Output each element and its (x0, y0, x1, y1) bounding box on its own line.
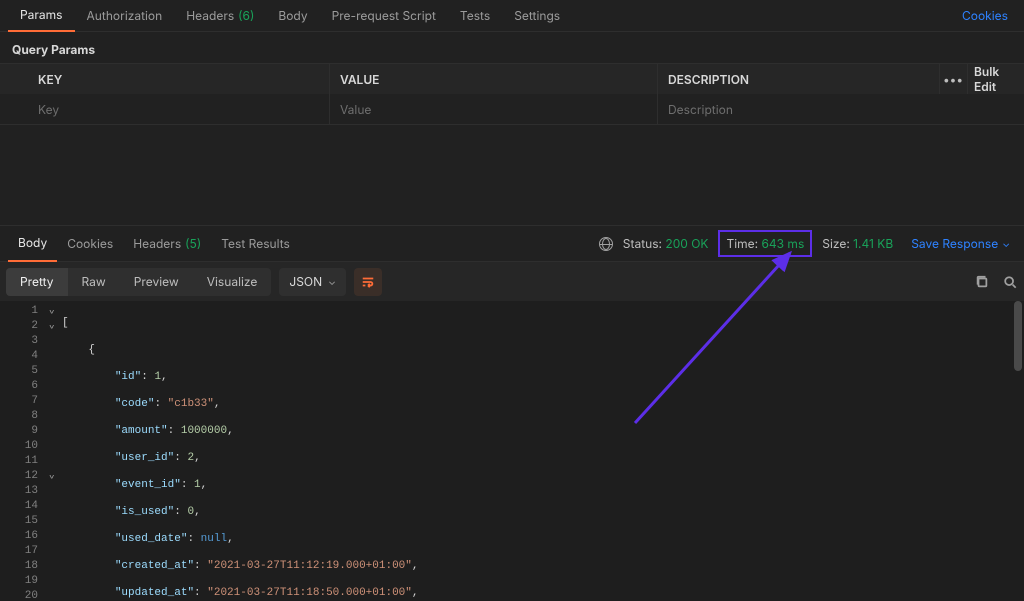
resp-tab-body[interactable]: Body (8, 226, 57, 262)
search-icon[interactable] (996, 268, 1024, 296)
qp-header-row: KEY VALUE DESCRIPTION ••• Bulk Edit (0, 64, 1024, 94)
qp-key-input[interactable]: Key (0, 94, 330, 124)
scrollbar[interactable] (1014, 301, 1022, 371)
tab-body[interactable]: Body (266, 0, 319, 32)
format-select[interactable]: JSON ⌄ (279, 268, 346, 296)
qp-head-value: VALUE (330, 64, 658, 94)
query-params-table: KEY VALUE DESCRIPTION ••• Bulk Edit Key … (0, 63, 1024, 125)
response-toolbar: Pretty Raw Preview Visualize JSON ⌄ (0, 261, 1024, 301)
resp-tab-headers[interactable]: Headers(5) (123, 226, 211, 262)
tab-authorization[interactable]: Authorization (75, 0, 175, 32)
chevron-down-icon: ⌄ (1002, 238, 1010, 250)
save-response-button[interactable]: Save Response ⌄ (911, 236, 1010, 251)
chevron-down-icon: ⌄ (328, 276, 336, 288)
tab-body-label: Body (278, 8, 307, 23)
response-size: Size: 1.41 KB (822, 236, 893, 251)
status-code: Status: 200 OK (623, 236, 709, 251)
qp-desc-input[interactable]: Description (658, 94, 1024, 124)
view-visualize[interactable]: Visualize (193, 268, 272, 296)
view-mode-tabs: Pretty Raw Preview Visualize (6, 268, 271, 296)
tab-headers-label: Headers (186, 8, 234, 23)
response-tabs: Body Cookies Headers(5) Test Results Sta… (0, 225, 1024, 261)
tab-params[interactable]: Params (8, 0, 75, 32)
qp-value-input[interactable]: Value (330, 94, 658, 124)
tab-params-label: Params (20, 7, 63, 22)
qp-head-desc: DESCRIPTION (658, 64, 940, 94)
tab-pre-label: Pre-request Script (332, 8, 436, 23)
tab-headers[interactable]: Headers (6) (174, 0, 266, 32)
tab-tests[interactable]: Tests (448, 0, 502, 32)
tab-headers-count: (6) (238, 8, 254, 23)
qp-head-key: KEY (0, 64, 330, 94)
view-raw[interactable]: Raw (68, 268, 120, 296)
tab-tests-label: Tests (460, 8, 490, 23)
bulk-edit-button[interactable]: Bulk Edit (968, 64, 1024, 94)
code-content[interactable]: [ { id: 1, code: "c1b33", amount: 100000… (44, 301, 1024, 601)
tab-pre-request[interactable]: Pre-request Script (320, 0, 448, 32)
qp-more-button[interactable]: ••• (940, 64, 968, 94)
response-body: 1 2 3 4 5 6 7 8 9 10 11 12 13 14 15 16 1… (0, 301, 1024, 601)
resp-tab-cookies[interactable]: Cookies (57, 226, 123, 262)
view-preview[interactable]: Preview (120, 268, 193, 296)
tab-auth-label: Authorization (87, 8, 163, 23)
request-tabs: Params Authorization Headers (6) Body Pre… (0, 0, 1024, 32)
response-time: Time: 643 ms (718, 230, 812, 257)
qp-input-row: Key Value Description (0, 94, 1024, 124)
wrap-lines-button[interactable] (354, 268, 382, 296)
query-params-title-text: Query Params (12, 42, 95, 57)
copy-icon[interactable] (968, 268, 996, 296)
globe-icon[interactable] (599, 237, 613, 251)
tab-settings-label: Settings (514, 8, 560, 23)
line-gutter: 1 2 3 4 5 6 7 8 9 10 11 12 13 14 15 16 1… (0, 301, 44, 601)
cookies-link-label: Cookies (962, 8, 1008, 23)
tab-settings[interactable]: Settings (502, 0, 572, 32)
view-pretty[interactable]: Pretty (6, 268, 68, 296)
query-params-title: Query Params (0, 32, 1024, 63)
resp-tab-test-results[interactable]: Test Results (211, 226, 300, 262)
cookies-link[interactable]: Cookies (962, 8, 1016, 23)
